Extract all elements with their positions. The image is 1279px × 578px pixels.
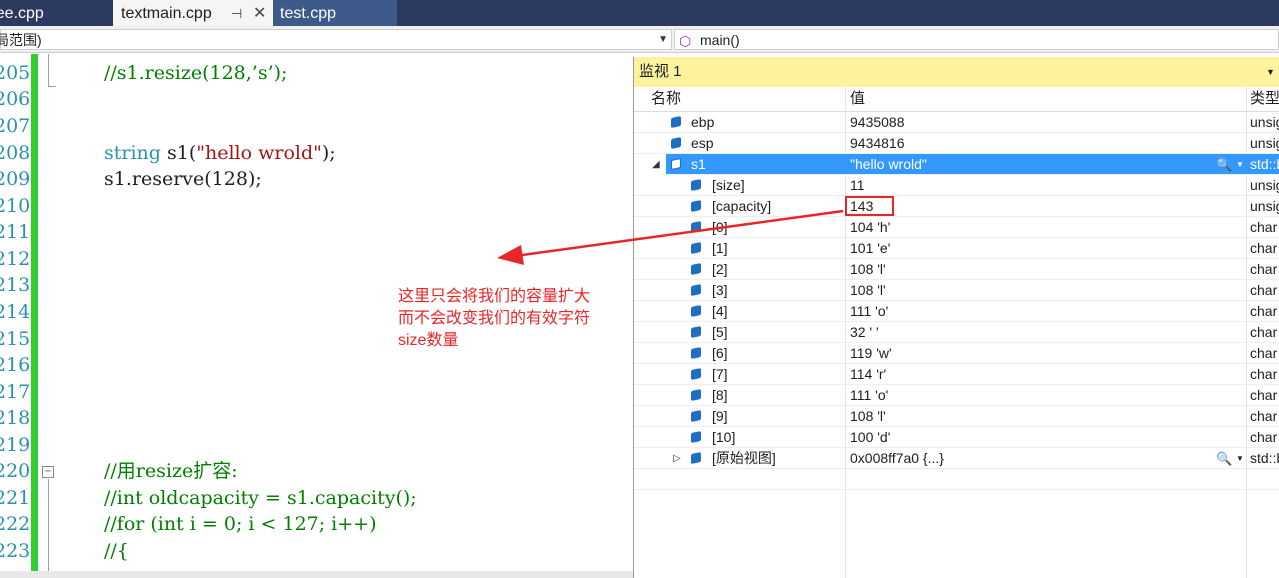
annotation-arrow (497, 209, 844, 265)
arrow-head (497, 245, 524, 265)
arrow-shaft (514, 209, 844, 258)
